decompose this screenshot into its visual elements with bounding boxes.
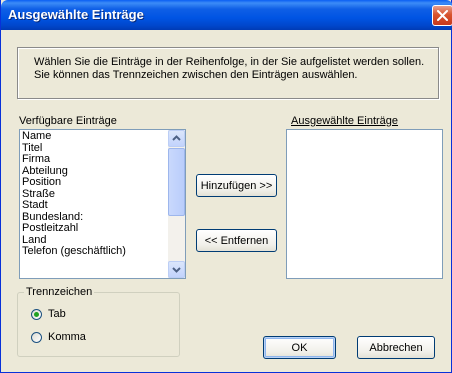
selected-entries-label-text: Ausgewählte Einträge [291, 115, 399, 127]
chevron-up-icon [172, 135, 181, 141]
list-item[interactable]: Name [21, 130, 126, 143]
separator-group-label: Trennzeichen [24, 286, 95, 298]
info-text-line-2: Sie können das Trennzeichen zwischen den… [34, 69, 358, 81]
list-item[interactable]: Firma [21, 153, 126, 166]
radio-tab-label[interactable]: Tab [48, 308, 66, 320]
info-text: Wählen Sie die Einträge in der Reihenfol… [34, 56, 432, 82]
available-entries-items: Name Titel Firma Abteilung Position Straße Sta… [21, 130, 126, 258]
selected-entries-list[interactable] [286, 129, 443, 279]
ok-button[interactable]: OK [263, 336, 336, 359]
window-title: Ausgewählte Einträge [8, 7, 144, 22]
info-box: Wählen Sie die Einträge in der Reihenfol… [17, 47, 439, 99]
selected-entries-label: Ausgewählte Einträge [291, 115, 398, 127]
available-entries-list[interactable]: Name Titel Firma Abteilung Position Straße Sta… [19, 129, 186, 279]
cancel-button[interactable]: Abbrechen [357, 336, 435, 359]
list-item[interactable]: Stadt [21, 199, 126, 212]
radio-tab-selected-dot [34, 312, 39, 317]
scroll-down-button[interactable] [168, 261, 185, 278]
dialog-window: Ausgewählte Einträge Wählen Sie die Eint… [0, 0, 452, 373]
close-icon [437, 10, 448, 21]
radio-komma[interactable] [31, 332, 42, 343]
list-item[interactable]: Postleitzahl [21, 222, 126, 235]
info-text-line-1: Wählen Sie die Einträge in der Reihenfol… [34, 56, 425, 68]
available-entries-label: Verfügbare Einträge [19, 115, 117, 127]
title-bar[interactable]: Ausgewählte Einträge [1, 0, 452, 30]
remove-button[interactable]: << Entfernen [196, 229, 277, 252]
scroll-up-button[interactable] [168, 130, 185, 147]
list-item[interactable]: Telefon (geschäftlich) [21, 245, 126, 258]
list-item[interactable]: Position [21, 176, 126, 189]
add-button[interactable]: Hinzufügen >> [196, 174, 277, 197]
close-button[interactable] [432, 5, 452, 26]
radio-tab[interactable] [31, 309, 42, 320]
chevron-down-icon [172, 267, 181, 273]
scroll-thumb[interactable] [168, 148, 185, 216]
available-entries-scrollbar[interactable] [168, 130, 185, 278]
separator-group: Trennzeichen Tab Komma [17, 286, 180, 357]
radio-komma-label[interactable]: Komma [48, 331, 86, 343]
